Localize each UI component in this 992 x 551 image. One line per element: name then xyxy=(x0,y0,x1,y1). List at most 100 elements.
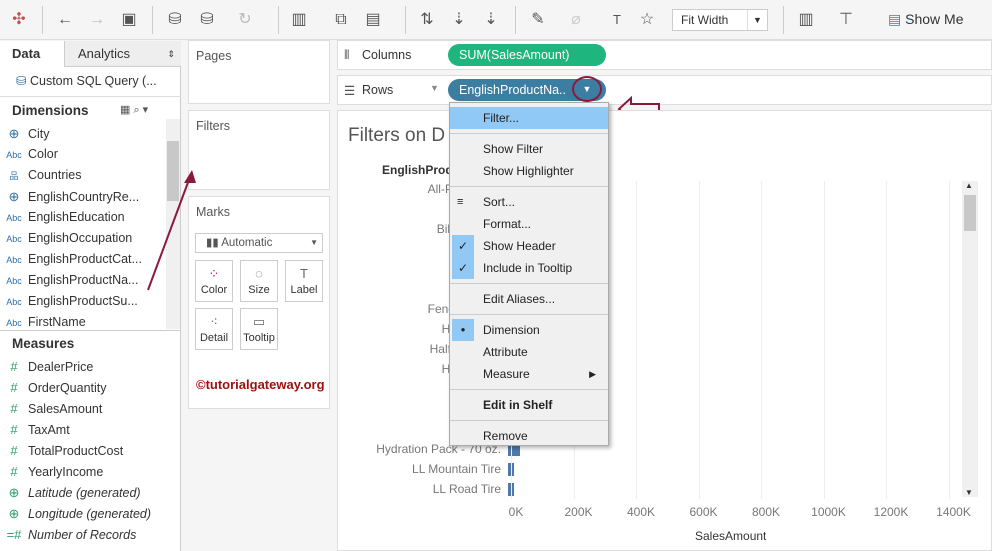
tab-analytics[interactable]: Analytics ⇕ xyxy=(64,41,181,67)
presentation-icon[interactable]: ⊤ xyxy=(835,8,857,32)
number-type-icon: =# xyxy=(6,527,22,542)
product-name-pill[interactable]: EnglishProductNa.. ▼ xyxy=(448,76,606,102)
menu-item-edit-aliases[interactable]: Edit Aliases... xyxy=(450,288,608,310)
menu-item-show-header[interactable]: Show Header ✓ xyxy=(450,235,608,257)
data-pane: Data Analytics ⇕ ⛁ Custom SQL Query (... … xyxy=(0,41,181,551)
x-tick-label: 1200K xyxy=(873,505,909,519)
field-label: Latitude (generated) xyxy=(28,486,141,500)
divider xyxy=(0,96,181,97)
tableau-logo-icon[interactable]: ✣ xyxy=(8,8,30,32)
row-label: LL Road Tire xyxy=(432,482,501,496)
forward-icon[interactable]: → xyxy=(86,8,108,32)
menu-item-dimension[interactable]: Dimension ● xyxy=(450,319,608,341)
columns-shelf[interactable]: ⦀ Columns SUM(SalesAmount) xyxy=(337,40,992,70)
x-tick-label: 0K xyxy=(508,505,524,519)
menu-item-label: Show Highlighter xyxy=(483,164,574,178)
fit-dropdown[interactable]: Fit Width ▼ xyxy=(672,9,768,31)
menu-item-sort[interactable]: Sort... ≡ xyxy=(450,191,608,213)
field-item[interactable]: # SalesAmount xyxy=(0,398,165,419)
sort-ascending-icon[interactable]: ⇣ xyxy=(448,8,470,32)
number-type-icon: # xyxy=(10,401,18,416)
rows-shelf[interactable]: ☰ Rows ▼ EnglishProductNa.. ▼ xyxy=(337,75,992,105)
menu-item-edit-in-shelf[interactable]: Edit in Shelf xyxy=(450,394,608,416)
datasource-item[interactable]: ⛁ Custom SQL Query (... xyxy=(16,73,157,88)
color-button[interactable]: ⁘ Color xyxy=(195,260,233,302)
show-me-icon: ▤ xyxy=(888,11,902,27)
clear-sheet-icon[interactable]: ▤ xyxy=(362,8,384,32)
dimensions-heading: Dimensions xyxy=(12,103,89,118)
show-me-label: Show Me xyxy=(905,11,964,27)
menu-item-remove[interactable]: Remove xyxy=(450,425,608,447)
field-item[interactable]: Abc Color xyxy=(0,144,165,165)
label-button[interactable]: T Label xyxy=(285,260,323,302)
menu-item-filter[interactable]: Filter... xyxy=(450,107,608,129)
field-label: Number of Records xyxy=(28,528,137,542)
sort-descending-icon[interactable]: ⇣ xyxy=(480,8,502,32)
menu-item-label: Edit Aliases... xyxy=(483,292,556,306)
menu-item-format[interactable]: Format... xyxy=(450,213,608,235)
show-me-button[interactable]: ▤ Show Me xyxy=(888,11,963,28)
pill-context-menu: Filter... Show Filter Show Highlighter Sort… xyxy=(449,102,609,446)
menu-item-label: Dimension xyxy=(483,323,540,337)
gridline xyxy=(698,181,700,499)
card-view-icon[interactable]: ▥ xyxy=(795,8,817,32)
size-button[interactable]: ◌ Size xyxy=(240,260,278,302)
field-item[interactable]: # TaxAmt xyxy=(0,419,165,440)
divider xyxy=(783,6,784,34)
gridline xyxy=(823,181,825,499)
field-item[interactable]: # OrderQuantity xyxy=(0,377,165,398)
pin-icon[interactable]: ☆ xyxy=(636,8,658,32)
tab-data[interactable]: Data xyxy=(0,41,64,67)
field-item[interactable]: # TotalProductCost xyxy=(0,440,165,461)
menu-item-label: Include in Tooltip xyxy=(483,261,573,275)
menu-item-show-filter[interactable]: Show Filter xyxy=(450,138,608,160)
menu-item-measure[interactable]: Measure ▶ xyxy=(450,363,608,385)
new-datasource-icon[interactable]: ⛁ xyxy=(164,8,186,32)
radio-dot-icon: ● xyxy=(452,319,474,341)
datasource-label: Custom SQL Query (... xyxy=(29,74,157,88)
show-labels-icon[interactable]: T xyxy=(606,8,628,32)
refresh-icon[interactable]: ↻ xyxy=(234,8,256,32)
columns-icon: ⦀ xyxy=(344,48,350,62)
measures-heading: Measures xyxy=(12,336,75,351)
divider xyxy=(42,6,43,34)
pause-updates-icon[interactable]: ⛁ xyxy=(196,8,218,32)
tooltip-button[interactable]: ▭ Tooltip xyxy=(240,308,278,350)
mark-type-dropdown[interactable]: ▮▮ Automatic ▼ xyxy=(195,233,323,253)
checkmark-icon: ✓ xyxy=(452,235,474,257)
menu-separator xyxy=(450,133,608,134)
swap-icon[interactable]: ⇅ xyxy=(416,8,438,32)
string-type-icon: Abc xyxy=(6,150,22,160)
menu-item-show-highlighter[interactable]: Show Highlighter xyxy=(450,160,608,182)
field-item[interactable]: ⊕ Longitude (generated) xyxy=(0,503,165,524)
pill-dropdown-icon[interactable]: ▼ xyxy=(572,76,602,102)
field-item[interactable]: ⊕ Latitude (generated) xyxy=(0,482,165,503)
highlight-icon[interactable]: ✎ xyxy=(527,8,549,32)
field-item[interactable]: ⊕ City xyxy=(0,123,165,144)
string-type-icon: Abc xyxy=(6,255,22,265)
sales-amount-pill[interactable]: SUM(SalesAmount) xyxy=(448,44,606,66)
field-item[interactable]: # YearlyIncome xyxy=(0,461,165,482)
save-icon[interactable]: ▣ xyxy=(118,8,140,32)
field-label: TaxAmt xyxy=(28,423,70,437)
field-label: FirstName xyxy=(28,315,86,329)
menu-item-include-in-tooltip[interactable]: Include in Tooltip ✓ xyxy=(450,257,608,279)
menu-separator xyxy=(450,314,608,315)
field-item[interactable]: # DealerPrice xyxy=(0,356,165,377)
new-worksheet-icon[interactable]: ▥ xyxy=(288,8,310,32)
globe-icon: ⊕ xyxy=(8,506,20,521)
back-icon[interactable]: ← xyxy=(54,8,76,32)
chart-scrollbar[interactable]: ▲ ▼ xyxy=(962,181,978,497)
pages-card[interactable]: Pages xyxy=(188,40,330,104)
field-item[interactable]: =# Number of Records xyxy=(0,524,165,545)
detail-button[interactable]: ⁖ Detail xyxy=(195,308,233,350)
dimension-tools-icon[interactable]: ▦ ⌕ ▾ xyxy=(120,103,148,117)
checkmark-icon: ✓ xyxy=(452,257,474,279)
menu-item-label: Filter... xyxy=(483,111,520,125)
duplicate-icon[interactable]: ⧉ xyxy=(330,8,352,32)
filters-card[interactable]: Filters xyxy=(188,110,330,190)
menu-item-attribute[interactable]: Attribute xyxy=(450,341,608,363)
menu-item-label: Attribute xyxy=(483,345,528,359)
field-label: SalesAmount xyxy=(28,402,103,416)
group-icon[interactable]: ⌀ xyxy=(565,8,587,32)
